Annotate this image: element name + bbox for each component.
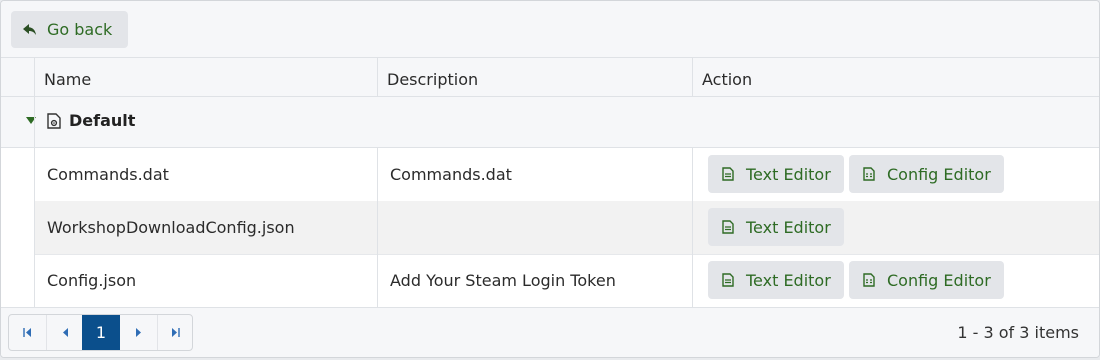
file-name: Commands.dat xyxy=(47,165,169,184)
column-divider xyxy=(692,148,693,307)
current-page-button[interactable]: 1 xyxy=(82,315,120,350)
text-editor-label: Text Editor xyxy=(746,270,831,290)
column-header-action[interactable]: Action xyxy=(692,58,1099,96)
column-divider xyxy=(34,58,35,307)
column-divider xyxy=(692,58,693,97)
pager-buttons: 1 xyxy=(8,314,193,351)
config-editor-button[interactable]: Config Editor xyxy=(849,155,1004,193)
text-editor-button[interactable]: Text Editor xyxy=(708,208,844,246)
pager: 1 1 - 3 of 3 items xyxy=(1,307,1099,357)
text-editor-button[interactable]: Text Editor xyxy=(708,155,844,193)
text-editor-button[interactable]: Text Editor xyxy=(708,261,844,299)
table-row: Config.json Add Your Steam Login Token T… xyxy=(34,254,1099,308)
arrow-back-icon xyxy=(23,23,36,35)
column-divider xyxy=(377,148,378,307)
group-row-default: Default xyxy=(1,97,1099,148)
document-icon xyxy=(722,220,734,234)
column-header-name[interactable]: Name xyxy=(34,58,377,96)
grid-header: Name Description Action xyxy=(1,58,1099,97)
config-editor-label: Config Editor xyxy=(887,270,991,290)
table-row: Commands.dat Commands.dat Text Editor Co… xyxy=(34,148,1099,202)
file-description: Add Your Steam Login Token xyxy=(390,271,616,290)
config-editor-button[interactable]: Config Editor xyxy=(849,261,1004,299)
file-grid-panel: Go back Name Description Action Default … xyxy=(0,0,1100,358)
file-description: Commands.dat xyxy=(390,165,512,184)
grid-toolbar: Go back xyxy=(1,1,1099,58)
chevron-right-icon xyxy=(135,328,141,337)
document-icon xyxy=(722,273,734,287)
last-page-icon xyxy=(172,328,180,337)
column-divider xyxy=(377,58,378,97)
config-document-icon xyxy=(863,273,875,287)
first-page-icon xyxy=(23,328,31,337)
go-back-label: Go back xyxy=(47,20,113,39)
config-editor-label: Config Editor xyxy=(887,164,991,184)
group-label: Default xyxy=(69,111,136,130)
prev-page-button[interactable] xyxy=(46,315,83,350)
config-document-icon xyxy=(863,167,875,181)
text-editor-label: Text Editor xyxy=(746,217,831,237)
file-description xyxy=(377,201,692,254)
document-icon xyxy=(722,167,734,181)
file-config-icon xyxy=(47,113,61,129)
file-name: WorkshopDownloadConfig.json xyxy=(47,218,295,237)
text-editor-label: Text Editor xyxy=(746,164,831,184)
table-row: WorkshopDownloadConfig.json Text Editor xyxy=(34,201,1099,255)
pager-info: 1 - 3 of 3 items xyxy=(957,323,1079,342)
file-name: Config.json xyxy=(47,271,137,290)
go-back-button[interactable]: Go back xyxy=(11,11,128,48)
chevron-left-icon xyxy=(62,328,68,337)
column-header-description[interactable]: Description xyxy=(377,58,692,96)
next-page-button[interactable] xyxy=(120,315,158,350)
first-page-button[interactable] xyxy=(9,315,47,350)
last-page-button[interactable] xyxy=(157,315,192,350)
